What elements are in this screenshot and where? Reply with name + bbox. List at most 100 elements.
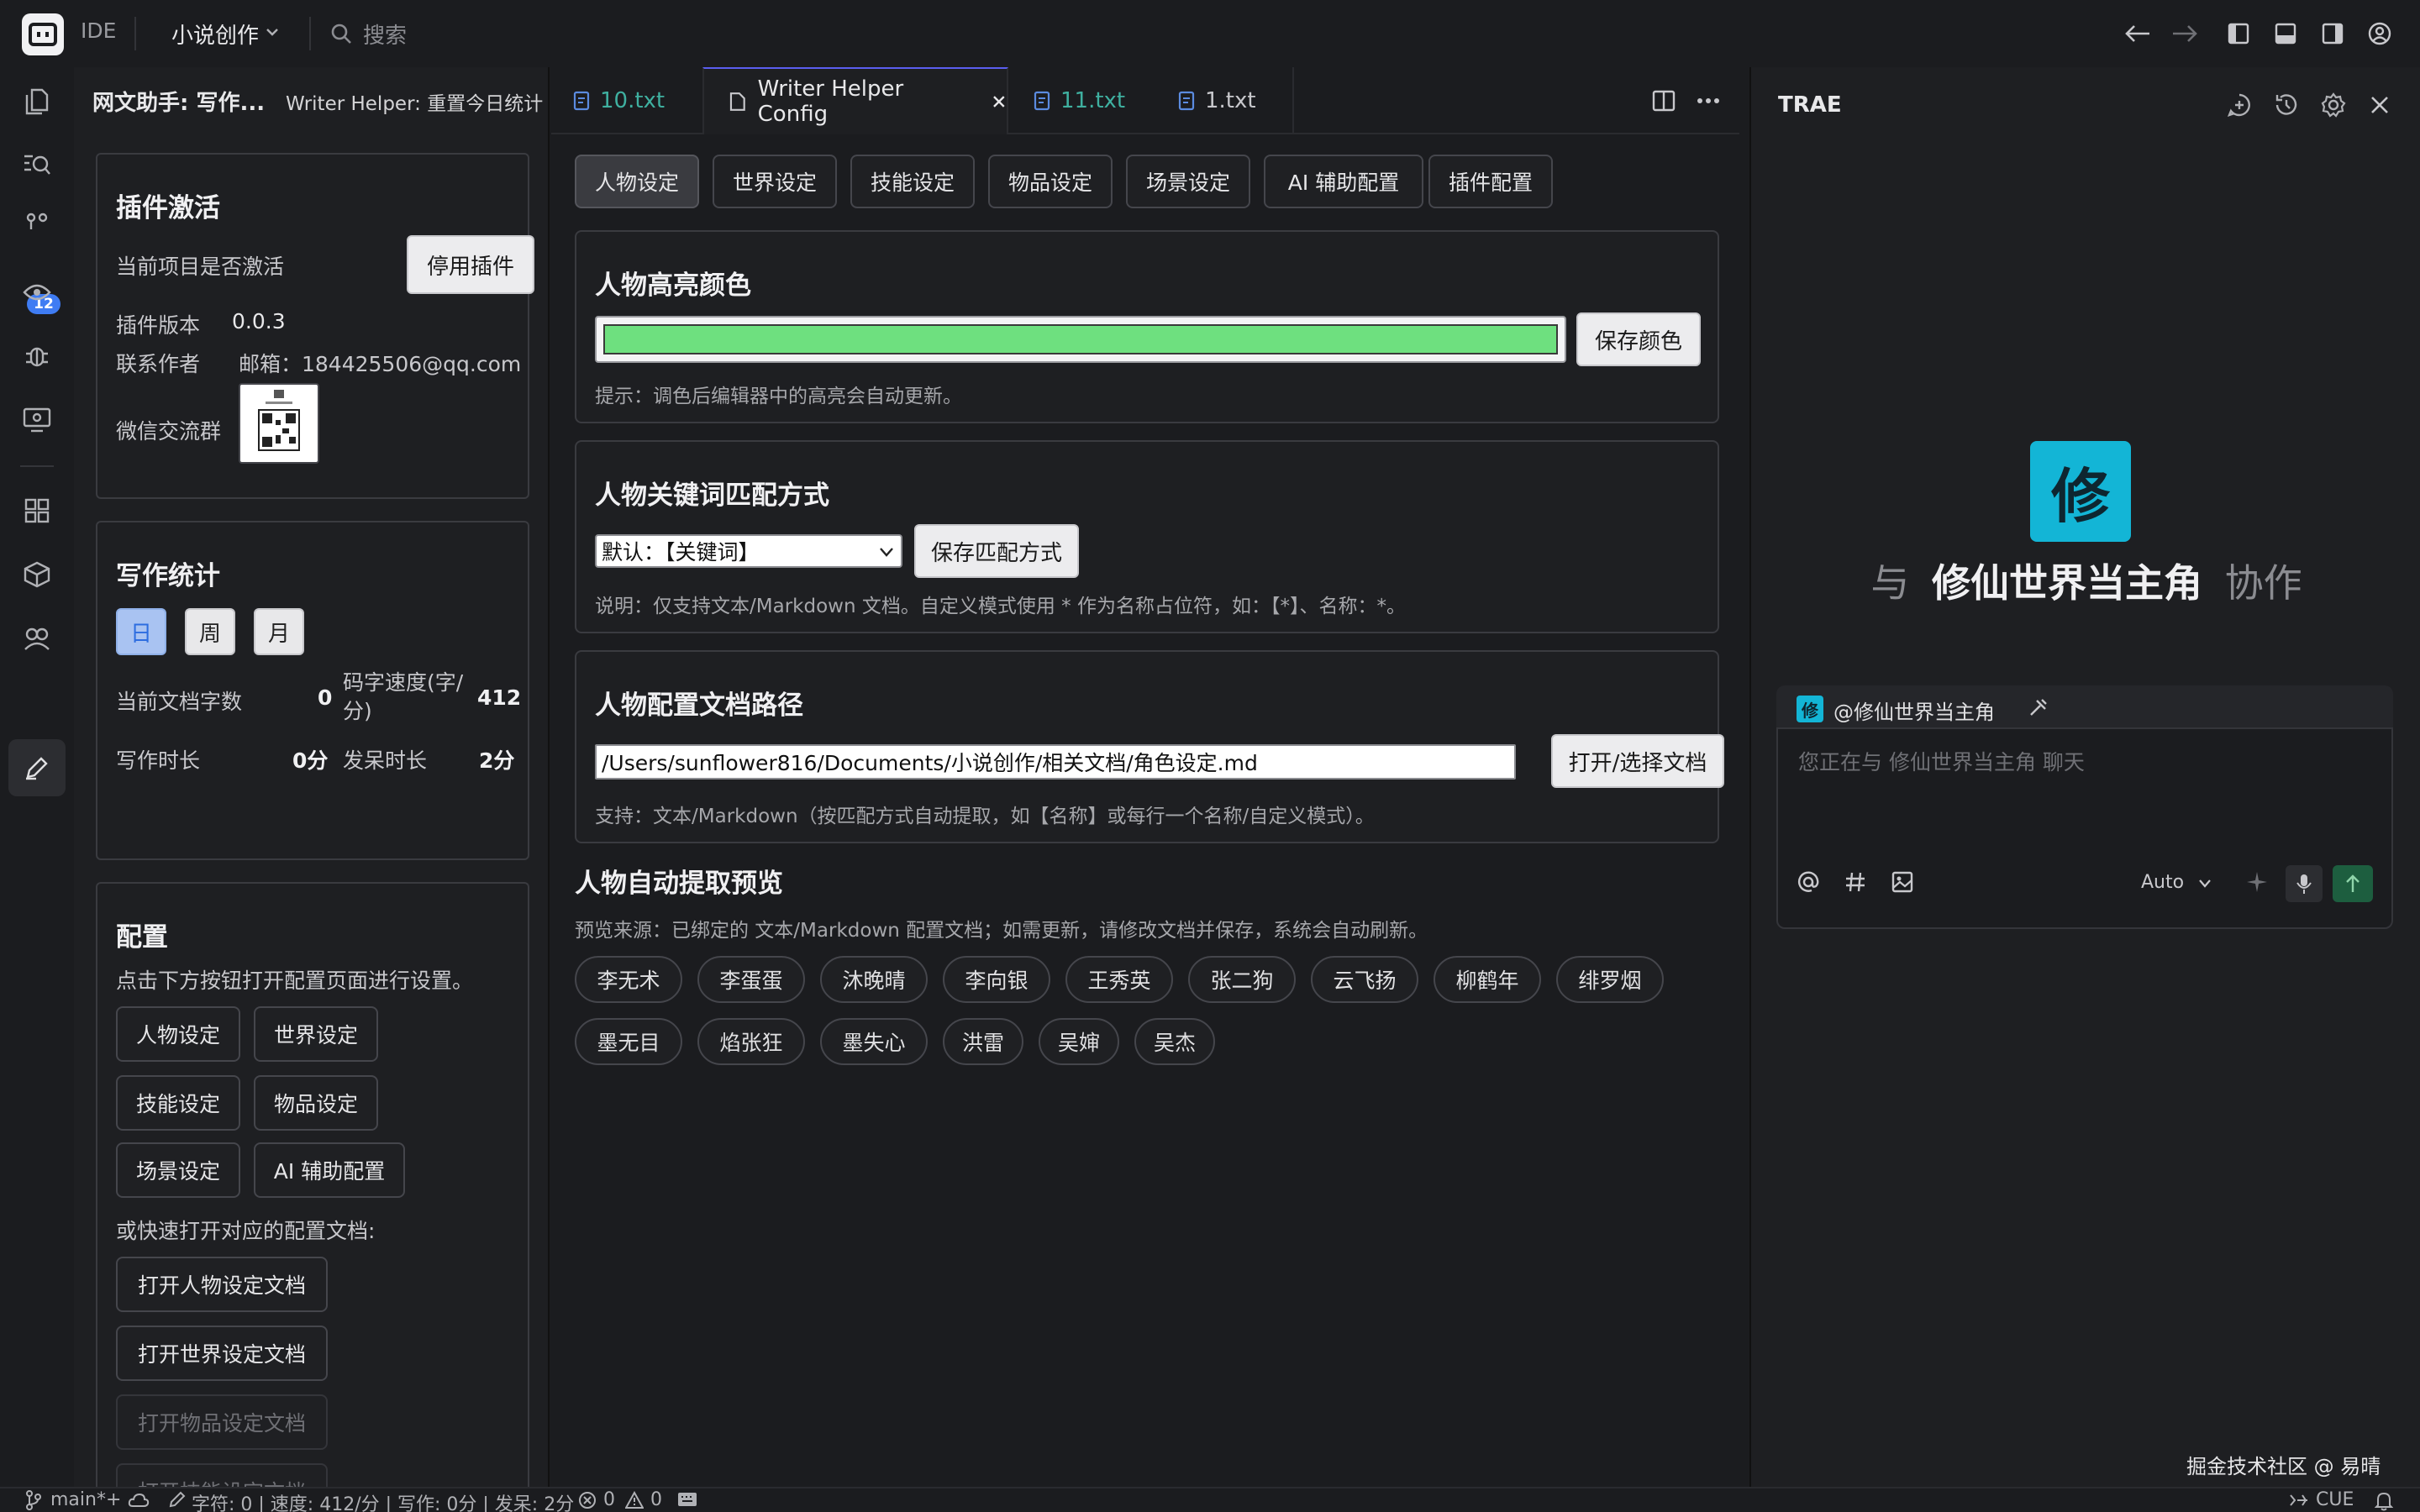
open-select-doc-button[interactable]: 打开/选择文档 xyxy=(1551,734,1724,788)
open-character-doc-button[interactable]: 打开人物设定文档 xyxy=(116,1257,328,1312)
character-chip[interactable]: 云飞扬 xyxy=(1311,956,1418,1003)
character-chip[interactable]: 沐晚晴 xyxy=(820,956,928,1003)
close-panel-icon[interactable] xyxy=(2370,95,2390,115)
config-path-input[interactable] xyxy=(595,744,1516,780)
chevron-down-icon[interactable] xyxy=(2198,879,2212,889)
tab-1-txt[interactable]: 1.txt xyxy=(1153,67,1294,134)
author-email[interactable]: 邮箱：184425506@qq.com xyxy=(239,348,521,378)
world-settings-button[interactable]: 世界设定 xyxy=(254,1006,378,1062)
settings-gear-icon[interactable] xyxy=(2321,92,2346,118)
warning-count[interactable]: 0 xyxy=(650,1489,662,1510)
config-tab-world[interactable]: 世界设定 xyxy=(713,155,837,208)
account-icon[interactable] xyxy=(2363,17,2396,50)
config-tab-plugin[interactable]: 插件配置 xyxy=(1428,155,1553,208)
match-mode-select[interactable]: 默认：【关键词】 xyxy=(595,534,902,568)
character-chip[interactable]: 王秀英 xyxy=(1065,956,1173,1003)
period-month-toggle[interactable]: 月 xyxy=(254,608,304,655)
language-mode[interactable]: CUE xyxy=(2316,1489,2354,1510)
error-count[interactable]: 0 xyxy=(603,1489,615,1510)
tools-icon[interactable] xyxy=(2028,697,2049,717)
open-world-doc-button[interactable]: 打开世界设定文档 xyxy=(116,1326,328,1381)
character-chip[interactable]: 吴婶 xyxy=(1039,1018,1119,1065)
config-tab-item[interactable]: 物品设定 xyxy=(988,155,1113,208)
git-branch[interactable]: main*+ xyxy=(50,1489,121,1510)
ai-assist-config-button[interactable]: AI 辅助配置 xyxy=(254,1142,405,1198)
keyboard-icon[interactable] xyxy=(677,1492,697,1507)
tab-11-txt[interactable]: 11.txt xyxy=(1008,67,1153,134)
sparkle-icon[interactable] xyxy=(2245,870,2269,894)
item-settings-button[interactable]: 物品设定 xyxy=(254,1075,378,1131)
writing-stats-status[interactable]: 字符: 0 | 速度: 412/分 | 写作: 0分 | 发呆: 2分 xyxy=(192,1489,574,1512)
period-week-toggle[interactable]: 周 xyxy=(185,608,235,655)
tab-writer-helper-config[interactable]: Writer Helper Config xyxy=(702,67,1008,134)
disable-plugin-button[interactable]: 停用插件 xyxy=(407,235,534,294)
character-settings-button[interactable]: 人物设定 xyxy=(116,1006,240,1062)
search-code-icon[interactable] xyxy=(17,144,57,185)
character-chip[interactable]: 张二狗 xyxy=(1188,956,1296,1003)
config-tab-scene[interactable]: 场景设定 xyxy=(1126,155,1250,208)
source-control-icon[interactable] xyxy=(17,207,57,247)
preview-eye-icon[interactable] xyxy=(17,272,57,312)
scene-settings-button[interactable]: 场景设定 xyxy=(116,1142,240,1198)
notification-bell-icon[interactable] xyxy=(2375,1491,2393,1511)
image-attach-icon[interactable] xyxy=(1891,870,1914,894)
character-chip[interactable]: 绯罗烟 xyxy=(1556,956,1664,1003)
skill-settings-button[interactable]: 技能设定 xyxy=(116,1075,240,1131)
agents-icon[interactable] xyxy=(17,618,57,659)
chat-input-placeholder[interactable]: 您正在与 修仙世界当主角 聊天 xyxy=(1798,746,2085,776)
chat-input-box[interactable]: 您正在与 修仙世界当主角 聊天 Auto xyxy=(1776,727,2393,929)
remote-explorer-icon[interactable] xyxy=(17,400,57,440)
toggle-secondary-sidebar-icon[interactable] xyxy=(2316,17,2349,50)
debug-bug-icon[interactable] xyxy=(17,336,57,376)
history-icon[interactable] xyxy=(2274,92,2299,118)
language-mode-icon[interactable] xyxy=(2289,1492,2309,1509)
character-chip[interactable]: 墨无目 xyxy=(575,1018,682,1065)
character-chip[interactable]: 柳鹤年 xyxy=(1434,956,1541,1003)
divider xyxy=(134,17,136,50)
hash-context-icon[interactable] xyxy=(1844,870,1867,894)
save-color-button[interactable]: 保存颜色 xyxy=(1576,312,1701,366)
character-chip[interactable]: 墨失心 xyxy=(820,1018,928,1065)
app-logo-icon[interactable] xyxy=(22,13,64,55)
close-tab-icon[interactable] xyxy=(992,94,1007,109)
open-item-doc-button[interactable]: 打开物品设定文档 xyxy=(116,1394,328,1450)
back-arrow-icon[interactable] xyxy=(2121,17,2154,50)
search-input[interactable]: 搜索 xyxy=(363,18,407,50)
config-tab-ai-assist[interactable]: AI 辅助配置 xyxy=(1264,155,1423,208)
config-tab-character[interactable]: 人物设定 xyxy=(575,155,699,208)
new-chat-icon[interactable] xyxy=(2227,92,2252,118)
reset-stats-action[interactable]: Writer Helper: 重置今日统计 xyxy=(286,87,543,116)
search-icon[interactable] xyxy=(329,22,353,45)
extensions-icon[interactable] xyxy=(17,491,57,531)
chevron-down-icon[interactable] xyxy=(264,24,281,40)
agent-mention[interactable]: @修仙世界当主角 xyxy=(1833,696,1995,725)
forward-arrow-icon[interactable] xyxy=(2168,17,2202,50)
explorer-icon[interactable] xyxy=(17,81,57,121)
error-icon[interactable] xyxy=(578,1491,597,1509)
send-arrow-icon[interactable] xyxy=(2333,865,2373,902)
character-chip[interactable]: 李向银 xyxy=(943,956,1050,1003)
save-match-button[interactable]: 保存匹配方式 xyxy=(914,524,1079,578)
color-picker[interactable] xyxy=(595,316,1566,363)
pen-icon[interactable] xyxy=(17,748,57,788)
model-mode-select[interactable]: Auto xyxy=(2141,872,2184,893)
microphone-icon[interactable] xyxy=(2286,865,2323,902)
character-chip[interactable]: 吴杰 xyxy=(1134,1018,1215,1065)
package-box-icon[interactable] xyxy=(17,554,57,595)
character-chip[interactable]: 洪雷 xyxy=(943,1018,1023,1065)
toggle-sidebar-icon[interactable] xyxy=(2222,17,2255,50)
character-chip[interactable]: 李无术 xyxy=(575,956,682,1003)
split-editor-icon[interactable] xyxy=(1652,89,1676,113)
sync-cloud-icon[interactable] xyxy=(128,1492,150,1509)
tab-10-txt[interactable]: 10.txt xyxy=(551,67,702,134)
more-actions-icon[interactable] xyxy=(1696,92,1721,109)
mention-at-icon[interactable] xyxy=(1797,870,1820,894)
project-switcher[interactable]: 小说创作 xyxy=(171,18,259,50)
warning-icon[interactable] xyxy=(625,1491,644,1509)
character-chip[interactable]: 焰张狂 xyxy=(697,1018,805,1065)
character-chip[interactable]: 李蛋蛋 xyxy=(697,956,805,1003)
period-day-toggle[interactable]: 日 xyxy=(116,608,166,655)
toggle-panel-icon[interactable] xyxy=(2269,17,2302,50)
git-branch-icon[interactable] xyxy=(25,1490,42,1510)
config-tab-skill[interactable]: 技能设定 xyxy=(850,155,975,208)
